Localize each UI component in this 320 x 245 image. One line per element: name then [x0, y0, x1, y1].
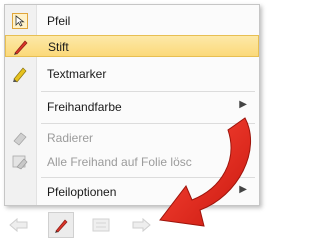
pen-tool-button[interactable] [48, 212, 74, 238]
erase-all-icon [11, 153, 29, 171]
highlighter-icon [11, 65, 29, 83]
eraser-icon [11, 129, 29, 147]
menu-item-label: Stift [48, 40, 69, 54]
submenu-arrow-icon: ▶ [239, 184, 247, 195]
menu-item-stift[interactable]: Stift [5, 35, 259, 57]
menu-item-textmarker[interactable]: Textmarker [5, 63, 259, 85]
menu-item-label: Alle Freihand auf Folie lösc [47, 155, 192, 169]
back-arrow-icon[interactable] [6, 212, 32, 238]
pen-icon [55, 219, 68, 233]
forward-arrow-icon[interactable] [128, 212, 154, 238]
menu-item-label: Textmarker [47, 67, 107, 81]
menu-separator [41, 177, 255, 178]
pen-icon [12, 38, 30, 56]
submenu-arrow-icon: ▶ [239, 99, 247, 110]
menu-item-alle-freihand-loeschen: Alle Freihand auf Folie lösc [5, 151, 259, 173]
menu-item-pfeiloptionen[interactable]: Pfeiloptionen ▶ [5, 181, 259, 203]
menu-item-freihandfarbe[interactable]: Freihandfarbe ▶ [5, 96, 259, 118]
slides-menu-icon[interactable] [88, 212, 114, 238]
menu-item-label: Radierer [47, 131, 94, 145]
menu-separator [41, 123, 255, 124]
menu-item-radierer: Radierer [5, 127, 259, 149]
slideshow-toolbar [0, 210, 266, 240]
menu-separator [41, 91, 255, 92]
pointer-options-menu: Pfeil Stift Textmarker Freihandfarbe ▶ R… [4, 4, 260, 206]
cursor-arrow-icon [11, 12, 29, 30]
menu-item-label: Pfeil [47, 14, 71, 28]
menu-item-pfeil[interactable]: Pfeil [5, 10, 259, 32]
menu-item-label: Pfeiloptionen [47, 185, 117, 199]
checked-frame [12, 13, 28, 29]
menu-item-label: Freihandfarbe [47, 100, 122, 114]
